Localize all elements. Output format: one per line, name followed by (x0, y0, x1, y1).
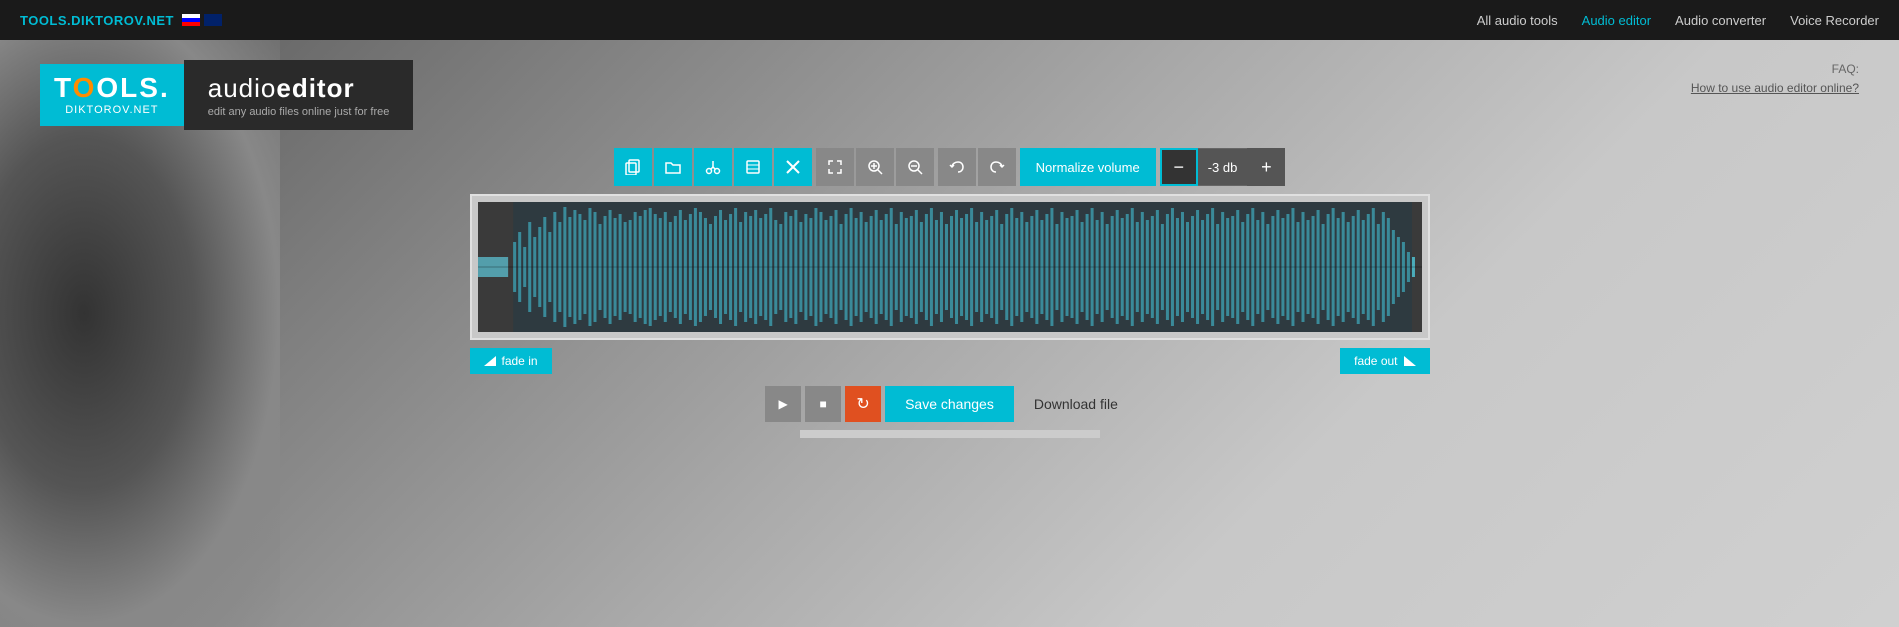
play-button[interactable]: ▶ (765, 386, 801, 422)
nav-voice-recorder[interactable]: Voice Recorder (1790, 13, 1879, 28)
audioeditor-title-bold: editor (276, 73, 354, 103)
flag-english[interactable] (204, 14, 222, 26)
faq-link[interactable]: How to use audio editor online? (1691, 81, 1859, 95)
fade-out-icon (1404, 356, 1416, 366)
waveform-wrapper (470, 194, 1430, 340)
redo-button[interactable] (978, 148, 1016, 186)
save-button[interactable]: Save changes (885, 386, 1014, 422)
audioeditor-box: audioeditor edit any audio files online … (184, 60, 414, 130)
trim-icon (745, 159, 761, 175)
delete-icon (786, 160, 800, 174)
cut-button[interactable] (694, 148, 732, 186)
normalize-button[interactable]: Normalize volume (1020, 148, 1156, 186)
main-content: TOOLS. DIKTOROV.NET audioeditor edit any… (0, 40, 1899, 438)
copy-icon (625, 159, 641, 175)
redo-icon (989, 160, 1005, 174)
faq-area: FAQ: How to use audio editor online? (1691, 60, 1859, 98)
waveform-svg (478, 202, 1422, 332)
zoom-out-icon (907, 159, 923, 175)
logo-box: TOOLS. DIKTOROV.NET (40, 64, 184, 126)
volume-minus-button[interactable]: − (1160, 148, 1198, 186)
brand-logo: TOOLS.DIKTOROV.NET (20, 13, 222, 28)
trim-button[interactable] (734, 148, 772, 186)
delete-button[interactable] (774, 148, 812, 186)
header-row: TOOLS. DIKTOROV.NET audioeditor edit any… (0, 60, 1899, 130)
nav-links: All audio tools Audio editor Audio conve… (1477, 13, 1879, 28)
open-button[interactable] (654, 148, 692, 186)
fullscreen-button[interactable] (816, 148, 854, 186)
download-button[interactable]: Download file (1018, 386, 1134, 422)
undo-button[interactable] (938, 148, 976, 186)
top-navigation: TOOLS.DIKTOROV.NET All audio tools Audio… (0, 0, 1899, 40)
refresh-icon: ↻ (856, 394, 869, 414)
fade-in-label: fade in (502, 354, 538, 368)
nav-all-audio-tools[interactable]: All audio tools (1477, 13, 1558, 28)
nav-audio-editor[interactable]: Audio editor (1582, 13, 1651, 28)
stop-button[interactable]: ■ (805, 386, 841, 422)
logo-tools-text: TOOLS. (54, 74, 170, 102)
undo-icon (949, 160, 965, 174)
logo-slash: O (73, 72, 97, 103)
volume-control: − -3 db + (1160, 148, 1286, 186)
fade-out-label: fade out (1354, 354, 1397, 368)
fade-controls: fade in fade out (470, 348, 1430, 374)
toolbar-group-history (938, 148, 1016, 186)
refresh-button[interactable]: ↻ (845, 386, 881, 422)
toolbar-group-zoom (816, 148, 934, 186)
audioeditor-title: audioeditor (208, 73, 390, 104)
language-flags (182, 14, 222, 26)
play-icon: ▶ (778, 397, 787, 411)
audioeditor-subtitle: edit any audio files online just for fre… (208, 106, 390, 118)
playback-controls: ▶ ■ ↻ Save changes Download file (765, 386, 1134, 422)
copy-button[interactable] (614, 148, 652, 186)
toolbar-group-file (614, 148, 812, 186)
volume-plus-button[interactable]: + (1247, 148, 1285, 186)
nav-audio-converter[interactable]: Audio converter (1675, 13, 1766, 28)
zoom-in-icon (867, 159, 883, 175)
waveform-display[interactable] (478, 202, 1422, 332)
fade-in-icon (484, 356, 496, 366)
scissors-icon (705, 159, 721, 175)
zoom-out-button[interactable] (896, 148, 934, 186)
logo-diktorov: DIKTOROV.NET (65, 104, 158, 116)
fade-out-button[interactable]: fade out (1340, 348, 1429, 374)
fullscreen-icon (828, 160, 842, 174)
logo-area: TOOLS. DIKTOROV.NET audioeditor edit any… (40, 60, 413, 130)
faq-label: FAQ: (1691, 60, 1859, 79)
stop-icon: ■ (819, 397, 826, 411)
folder-icon (665, 160, 681, 174)
editor-container: Normalize volume − -3 db + (470, 148, 1430, 438)
progress-bar-wrapper (800, 430, 1100, 438)
brand-url: TOOLS.DIKTOROV.NET (20, 13, 174, 28)
flag-russian[interactable] (182, 14, 200, 26)
fade-in-button[interactable]: fade in (470, 348, 552, 374)
audioeditor-title-light: audio (208, 73, 277, 103)
volume-db-display: -3 db (1198, 148, 1248, 186)
zoom-in-button[interactable] (856, 148, 894, 186)
toolbar: Normalize volume − -3 db + (470, 148, 1430, 186)
